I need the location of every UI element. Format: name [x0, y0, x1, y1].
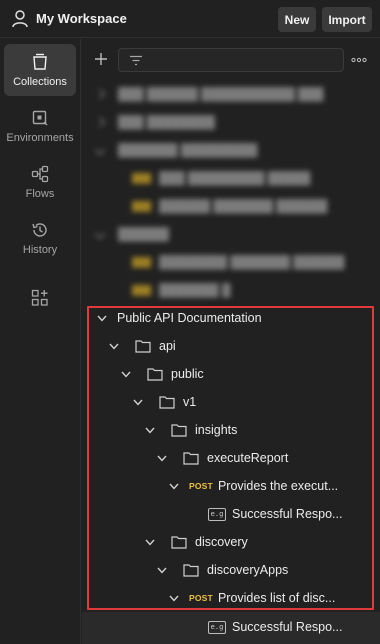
search-input[interactable]	[118, 48, 344, 72]
workspace-title[interactable]: My Workspace	[36, 11, 127, 26]
top-bar: My Workspace New Import	[0, 0, 380, 38]
chevron-down-icon[interactable]	[157, 567, 167, 574]
chevron-down-icon[interactable]	[145, 539, 155, 546]
folder-name: api	[159, 339, 176, 353]
folder-icon	[171, 536, 187, 549]
blurred-collection-row: ███████ █████████	[94, 136, 257, 164]
folder-name: insights	[195, 423, 238, 437]
folder-name: discovery	[195, 535, 248, 549]
chevron-down-icon[interactable]	[133, 399, 143, 406]
folder-icon	[171, 424, 187, 437]
chevron-down-icon[interactable]	[97, 315, 107, 322]
filter-icon	[130, 55, 142, 66]
chevron-down-icon[interactable]	[169, 483, 179, 490]
folder-item[interactable]: v1	[131, 388, 196, 416]
folder-name: public	[171, 367, 204, 381]
sidebar-item-collections[interactable]: Collections	[4, 44, 76, 96]
collection-name: Public API Documentation	[117, 311, 262, 325]
more-options-icon[interactable]	[351, 57, 367, 63]
sidebar-item-history[interactable]: History	[4, 212, 76, 264]
chevron-down-icon[interactable]	[157, 455, 167, 462]
folder-item[interactable]: insights	[143, 416, 237, 444]
example-name: Successful Respo...	[232, 507, 343, 521]
folder-item[interactable]: discovery	[143, 528, 248, 556]
sidebar-item-label: Flows	[25, 188, 55, 200]
sidebar-item-add[interactable]	[4, 281, 76, 317]
example-icon: e.g	[208, 507, 226, 521]
sidebar-item-environments[interactable]: Environments	[4, 100, 76, 152]
blurred-request-row: ███ ██████ ███████ ██████	[132, 199, 328, 213]
plus-icon[interactable]	[94, 52, 108, 66]
history-icon	[32, 223, 47, 237]
folder-icon	[147, 368, 163, 381]
collection-item[interactable]: Public API Documentation	[95, 304, 262, 332]
environments-icon	[32, 110, 48, 126]
new-button[interactable]: New	[278, 7, 316, 32]
folder-name: discoveryApps	[207, 563, 289, 577]
chevron-down-icon[interactable]	[109, 343, 119, 350]
example-item[interactable]: e.g Successful Respo...	[208, 613, 342, 641]
chevron-down-icon[interactable]	[121, 371, 131, 378]
request-item[interactable]: POST Provides the execut...	[167, 472, 347, 500]
request-name: Provides list of disc...	[217, 591, 336, 605]
blurred-collection-row: ███ ████████	[94, 108, 215, 136]
method-badge: POST	[189, 593, 213, 603]
folder-icon	[183, 564, 199, 577]
folder-icon	[159, 396, 175, 409]
add-workspace-item-icon	[31, 289, 48, 306]
folder-icon	[135, 340, 151, 353]
blurred-request-row: ███ ███ █████████ █████	[132, 171, 311, 185]
method-badge: POST	[189, 481, 213, 491]
chevron-down-icon[interactable]	[169, 595, 179, 602]
flows-icon	[31, 165, 49, 183]
sidebar-item-label: Environments	[6, 132, 74, 144]
request-name: Provides the execut...	[217, 479, 339, 493]
sidebar-nav: Collections Environments Flows History	[0, 39, 81, 644]
blurred-request-row: ███ ████████ ███████ ██████	[132, 255, 345, 269]
request-item[interactable]: POST Provides list of disc...	[167, 584, 347, 612]
user-icon	[12, 10, 28, 28]
blurred-collection-row: ██████	[94, 220, 169, 248]
folder-item[interactable]: api	[107, 332, 176, 360]
example-item[interactable]: e.g Successful Respo...	[208, 500, 342, 528]
folder-name: v1	[183, 395, 197, 409]
sidebar-item-flows[interactable]: Flows	[4, 156, 76, 208]
sidebar-item-label: Collections	[13, 76, 67, 88]
example-icon: e.g	[208, 620, 226, 634]
panel-toolbar	[82, 39, 380, 83]
collections-icon	[33, 53, 47, 70]
folder-item[interactable]: public	[119, 360, 204, 388]
chevron-down-icon[interactable]	[145, 427, 155, 434]
folder-name: executeReport	[207, 451, 289, 465]
folder-item[interactable]: discoveryApps	[155, 556, 288, 584]
sidebar-item-label: History	[22, 244, 58, 256]
example-name: Successful Respo...	[232, 620, 343, 634]
blurred-collection-row: ███ ██████ ███████████ ███	[94, 80, 324, 108]
import-button[interactable]: Import	[322, 7, 372, 32]
folder-item[interactable]: executeReport	[155, 444, 288, 472]
blurred-request-row: ███ ███████ █	[132, 283, 231, 297]
folder-icon	[183, 452, 199, 465]
